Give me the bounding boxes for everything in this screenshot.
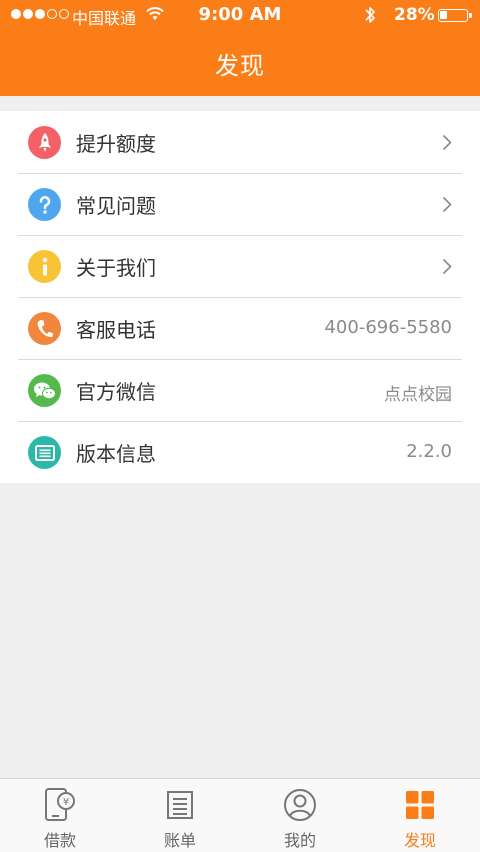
menu-item-label: 版本信息 (76, 442, 156, 466)
discover-menu: 提升额度 常见问题 关于我们 客服电话 400-696-5580 官方微信 点点… (0, 111, 480, 483)
tab-bill[interactable]: 账单 (120, 779, 240, 852)
wechat-icon (28, 374, 61, 407)
menu-item-version[interactable]: 版本信息 2.2.0 (0, 421, 480, 483)
tab-label: 我的 (283, 831, 316, 850)
svg-text:¥: ¥ (63, 797, 69, 808)
menu-item-faq[interactable]: 常见问题 (0, 173, 480, 235)
bill-icon (167, 791, 193, 819)
tab-discover[interactable]: 发现 (360, 779, 480, 852)
menu-item-customer-service[interactable]: 客服电话 400-696-5580 (0, 297, 480, 359)
battery-nub (469, 13, 472, 18)
rocket-icon (28, 126, 61, 159)
app-header: 中国联通 9:00 AM 28% 发现 (0, 0, 480, 96)
info-icon (28, 250, 61, 283)
menu-item-label: 关于我们 (76, 256, 156, 280)
user-icon (284, 789, 316, 821)
chevron-right-icon (442, 258, 452, 275)
menu-item-label: 官方微信 (76, 380, 156, 404)
menu-item-about-us[interactable]: 关于我们 (0, 235, 480, 297)
tab-label: 借款 (43, 831, 76, 850)
phone-yen-icon: ¥ (45, 788, 75, 821)
tab-label: 发现 (403, 831, 436, 850)
menu-item-label: 客服电话 (76, 318, 156, 342)
tab-mine[interactable]: 我的 (240, 779, 360, 852)
battery-level (440, 11, 447, 19)
bottom-tab-bar: ¥ 借款 账单 我的 发现 (0, 778, 480, 852)
bluetooth-icon (365, 7, 375, 23)
battery-icon (438, 9, 468, 22)
page-title: 发现 (215, 52, 265, 80)
chevron-right-icon (442, 196, 452, 213)
phone-icon (28, 312, 61, 345)
status-bar: 中国联通 9:00 AM 28% (0, 0, 480, 30)
service-phone-number[interactable]: 400-696-5580 (324, 317, 452, 338)
version-icon (28, 436, 61, 469)
wechat-account-name: 点点校园 (384, 385, 452, 405)
grid-icon (406, 791, 434, 819)
menu-item-label: 提升额度 (76, 132, 156, 156)
version-number: 2.2.0 (406, 441, 452, 462)
tab-borrow[interactable]: ¥ 借款 (0, 779, 120, 852)
menu-item-label: 常见问题 (76, 194, 156, 218)
menu-item-wechat[interactable]: 官方微信 点点校园 (0, 359, 480, 421)
menu-item-raise-limit[interactable]: 提升额度 (0, 111, 480, 173)
battery-percent: 28% (394, 5, 435, 25)
tab-label: 账单 (163, 831, 196, 850)
question-icon (28, 188, 61, 221)
chevron-right-icon (442, 134, 452, 151)
